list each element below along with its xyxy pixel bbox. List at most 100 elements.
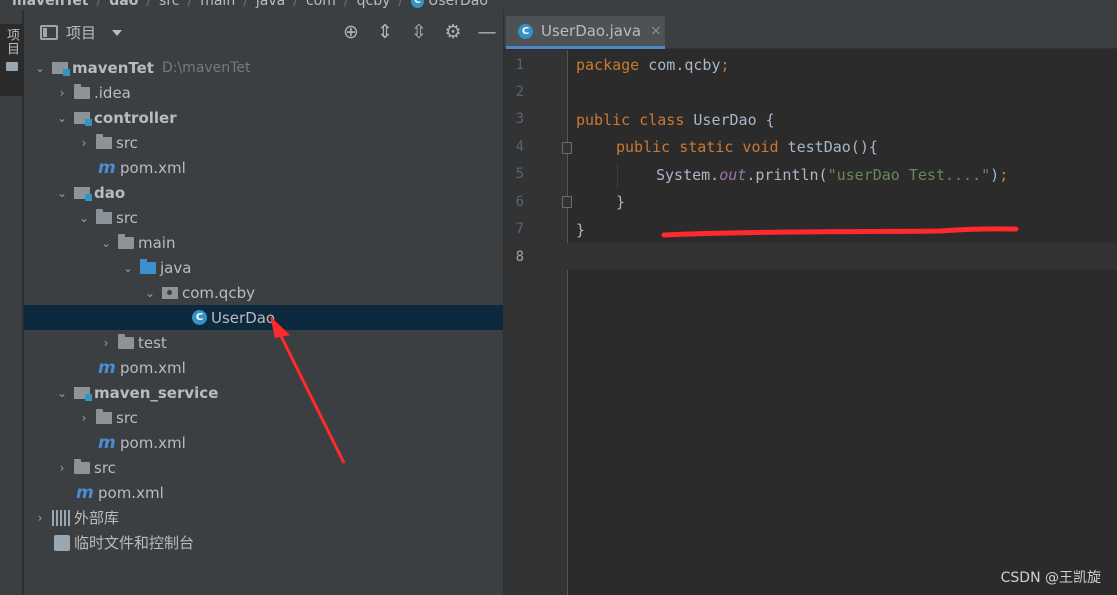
code-line-5[interactable]: System.out.println("userDao Test....");	[656, 166, 1008, 184]
tree-node-java[interactable]: ⌄ java	[24, 255, 503, 280]
tree-node-pom[interactable]: m pom.xml	[24, 155, 503, 180]
editor-gutter: 1 2 3 4 5 6 7 8	[504, 50, 572, 595]
tree-node-label: com.qcby	[182, 283, 255, 302]
breadcrumb-item[interactable]: com	[306, 0, 336, 9]
tree-node-label: 外部库	[74, 509, 120, 527]
chevron-down-icon[interactable]: ⌄	[142, 286, 158, 300]
collapse-all-icon[interactable]: ⇳	[409, 22, 429, 42]
chevron-down-icon[interactable]: ⌄	[54, 386, 70, 400]
tree-node-label: pom.xml	[98, 483, 164, 502]
tree-node-label: java	[160, 258, 192, 277]
chevron-right-icon[interactable]: ›	[54, 86, 70, 100]
tree-node-label: pom.xml	[120, 433, 186, 452]
library-icon	[52, 509, 70, 526]
code-line-6[interactable]: }	[616, 193, 625, 211]
tree-node-label: .idea	[94, 83, 131, 102]
tree-node-src[interactable]: › src	[24, 405, 503, 430]
editor-tab-bar: C UserDao.java ×	[504, 10, 1117, 49]
tree-node-src[interactable]: › src	[24, 130, 503, 155]
tree-node-idea[interactable]: › .idea	[24, 80, 503, 105]
folder-icon	[74, 458, 90, 474]
tree-node-src[interactable]: ⌄ src	[24, 205, 503, 230]
breadcrumb-item[interactable]: src	[159, 0, 179, 9]
breadcrumb-item[interactable]: mavenTet	[12, 0, 89, 9]
chevron-down-icon[interactable]: ⌄	[76, 211, 92, 225]
chevron-right-icon[interactable]: ›	[54, 461, 70, 475]
tree-node-src[interactable]: › src	[24, 455, 503, 480]
tree-node-label: src	[116, 133, 138, 152]
tree-node-label: UserDao	[211, 308, 276, 327]
minimize-icon[interactable]: —	[477, 22, 497, 42]
tree-node-main[interactable]: ⌄ main	[24, 230, 503, 255]
chevron-right-icon[interactable]: ›	[76, 411, 92, 425]
module-path: D:\mavenTet	[161, 59, 251, 76]
code-line-1[interactable]: package com.qcby;	[576, 56, 730, 74]
editor: C UserDao.java × 1 2 3 4 5 6 7 8 package…	[503, 10, 1117, 595]
breadcrumb: mavenTet / dao / src / main / java / com / qcb…	[0, 0, 1117, 10]
indent-guide	[617, 163, 618, 189]
line-number: 6	[515, 194, 524, 210]
chevron-down-icon[interactable]: ⌄	[32, 61, 48, 75]
line-number: 8	[515, 249, 524, 265]
line-number: 7	[515, 221, 524, 237]
tree-node-label: controller	[94, 108, 177, 127]
chevron-down-icon[interactable]	[112, 29, 123, 36]
tree-node-package[interactable]: ⌄ com.qcby	[24, 280, 503, 305]
tree-node-label: src	[94, 458, 116, 477]
package-icon	[162, 286, 178, 299]
project-tool-button[interactable]: 项目	[0, 24, 23, 96]
tree-node-dao[interactable]: ⌄ dao	[24, 180, 503, 205]
folder-icon	[74, 83, 90, 99]
code-line-3[interactable]: public class UserDao {	[576, 111, 775, 129]
caret-line-highlight	[504, 243, 1117, 270]
chevron-down-icon[interactable]: ⌄	[98, 236, 114, 250]
chevron-down-icon[interactable]: ⌄	[54, 111, 70, 125]
project-toolbar: ⊕ ⇕ ⇳ ⚙ —	[341, 22, 497, 42]
breadcrumb-item[interactable]: UserDao	[428, 0, 488, 9]
folder-icon	[118, 333, 134, 349]
chevron-right-icon[interactable]: ›	[32, 511, 48, 525]
locate-icon[interactable]: ⊕	[341, 22, 361, 42]
maven-icon: m	[98, 357, 116, 378]
tree-node-controller[interactable]: ⌄ controller	[24, 105, 503, 130]
chevron-right-icon[interactable]: ›	[76, 136, 92, 150]
fold-marker-icon[interactable]	[562, 142, 572, 154]
expand-all-icon[interactable]: ⇕	[375, 22, 395, 42]
tree-node-test[interactable]: › test	[24, 330, 503, 355]
source-folder-icon	[140, 258, 156, 274]
breadcrumb-item[interactable]: java	[256, 0, 285, 9]
tree-node-mavenTet[interactable]: ⌄ mavenTet D:\mavenTet	[24, 55, 503, 80]
code-line-4[interactable]: public static void testDao(){	[616, 138, 878, 156]
folder-icon	[96, 208, 112, 224]
close-icon[interactable]: ×	[650, 23, 662, 39]
tree-node-pom[interactable]: m pom.xml	[24, 430, 503, 455]
chevron-down-icon[interactable]: ⌄	[54, 186, 70, 200]
tree-node-maven-service[interactable]: ⌄ maven_service	[24, 380, 503, 405]
breadcrumb-item[interactable]: dao	[109, 0, 138, 9]
breadcrumb-item[interactable]: qcby	[357, 0, 391, 9]
class-icon: C	[411, 0, 425, 8]
tree-node-pom[interactable]: m pom.xml	[24, 355, 503, 380]
chevron-down-icon[interactable]: ⌄	[120, 261, 136, 275]
folder-icon	[118, 233, 134, 249]
tree-node-external-libraries[interactable]: › 外部库	[24, 505, 503, 530]
tree-node-userdao[interactable]: C UserDao	[24, 305, 503, 330]
code-line-7[interactable]: }	[576, 221, 585, 239]
folder-icon	[96, 133, 112, 149]
project-panel-title[interactable]: 项目	[66, 22, 96, 43]
line-number: 1	[515, 57, 524, 73]
chevron-right-icon[interactable]: ›	[98, 336, 114, 350]
folder-icon	[96, 408, 112, 424]
fold-marker-icon[interactable]	[562, 196, 572, 208]
tree-node-label: pom.xml	[120, 158, 186, 177]
tree-node-pom[interactable]: m pom.xml	[24, 480, 503, 505]
gear-icon[interactable]: ⚙	[443, 22, 463, 42]
breadcrumb-item[interactable]: main	[200, 0, 235, 9]
tree-node-scratches[interactable]: 临时文件和控制台	[24, 530, 503, 555]
tab-userdao-java[interactable]: C UserDao.java ×	[506, 16, 665, 49]
maven-icon: m	[76, 482, 94, 503]
tree-node-label: 临时文件和控制台	[74, 534, 195, 552]
project-panel: 项目 ⊕ ⇕ ⇳ ⚙ — ⌄ mavenTet D:\mavenTet › .i…	[24, 10, 503, 595]
tree-node-label: pom.xml	[120, 358, 186, 377]
project-tool-label: 项目	[4, 28, 19, 56]
